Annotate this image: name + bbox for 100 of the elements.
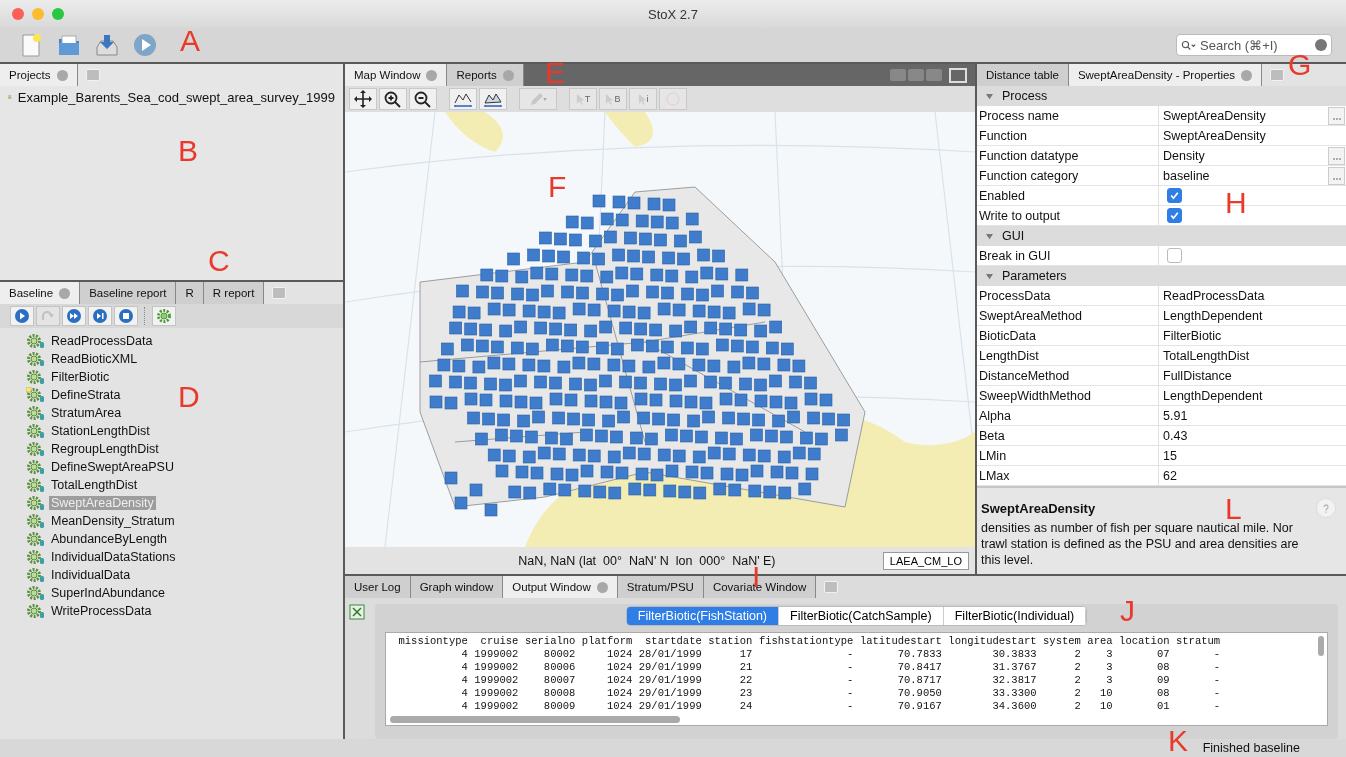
close-window-button[interactable]: [12, 8, 24, 20]
process-item[interactable]: RegroupLengthDist: [49, 442, 161, 456]
table-cell: -: [752, 700, 854, 713]
tab-list-icon[interactable]: [926, 69, 942, 81]
process-item[interactable]: AbundanceByLength: [49, 532, 170, 546]
table-cell-text: 2: [1073, 700, 1081, 713]
expand-arrow-icon[interactable]: [985, 92, 994, 100]
close-icon[interactable]: [1241, 69, 1253, 81]
property-value[interactable]: 62: [1159, 468, 1328, 483]
output-tab[interactable]: Output Window: [503, 576, 618, 598]
property-value[interactable]: LengthDependent: [1159, 308, 1328, 323]
map-tool-button[interactable]: [479, 88, 507, 110]
output-tab[interactable]: Stratum/PSU: [617, 576, 704, 598]
property-value[interactable]: ReadProcessData: [1159, 288, 1328, 303]
table-cell-text: 4: [460, 661, 468, 674]
process-item[interactable]: StationLengthDist: [49, 424, 152, 438]
process-tab[interactable]: R report: [203, 282, 265, 304]
table-cell: -: [752, 687, 854, 700]
table-cell: 28/01/1999: [632, 648, 702, 661]
properties-tab[interactable]: SweptAreaDensity - Properties: [1068, 64, 1263, 86]
process-tab[interactable]: Baseline: [0, 282, 81, 304]
property-value[interactable]: SweptAreaDensity: [1159, 128, 1328, 143]
process-item[interactable]: MeanDensity_Stratum: [49, 514, 177, 528]
close-icon[interactable]: [596, 581, 608, 593]
property-value[interactable]: Density: [1159, 148, 1328, 163]
property-value[interactable]: baseline: [1159, 168, 1328, 183]
fast-forward-icon: [66, 308, 82, 324]
properties-tab[interactable]: Distance table: [977, 64, 1069, 86]
search-field[interactable]: Search (⌘+I): [1176, 34, 1332, 56]
map-tab[interactable]: Reports: [447, 64, 524, 86]
section-header[interactable]: Process: [977, 86, 1346, 106]
pencil-icon: [528, 90, 548, 108]
process-item[interactable]: ReadProcessData: [49, 334, 155, 348]
tool-button[interactable]: [62, 306, 86, 326]
tool-button[interactable]: [114, 306, 138, 326]
checkbox[interactable]: [1167, 248, 1182, 263]
project-name[interactable]: Example_Barents_Sea_cod_swept_area_survey_1999: [17, 89, 335, 105]
process-item[interactable]: IndividualDataStations: [49, 550, 178, 564]
close-icon[interactable]: [56, 69, 68, 81]
output-tab[interactable]: User Log: [345, 576, 411, 598]
scrollbar-thumb[interactable]: [390, 716, 680, 723]
table-cell-text: 32.3817: [991, 674, 1037, 687]
section-header[interactable]: Parameters: [977, 266, 1346, 286]
ellipsis-button[interactable]: [1328, 166, 1345, 185]
projects-tab[interactable]: Projects: [0, 64, 78, 86]
table-cell: 1999002: [467, 700, 519, 713]
process-item[interactable]: DefineStrata: [49, 388, 123, 402]
property-value[interactable]: FilterBiotic: [1159, 328, 1328, 343]
section-header[interactable]: GUI: [977, 226, 1346, 246]
output-tab[interactable]: Graph window: [410, 576, 504, 598]
maximize-icon[interactable]: [949, 68, 967, 83]
process-item[interactable]: ReadBioticXML: [49, 352, 140, 366]
ellipsis-button[interactable]: [1328, 106, 1345, 125]
folder-icon[interactable]: [56, 32, 82, 58]
process-item[interactable]: IndividualData: [49, 568, 133, 582]
process-item[interactable]: SuperIndAbundance: [49, 586, 167, 600]
process-item[interactable]: FilterBiotic: [49, 370, 112, 384]
map-tool-button[interactable]: [349, 88, 377, 110]
expand-arrow-icon[interactable]: [985, 272, 994, 280]
property-value[interactable]: 15: [1159, 448, 1328, 463]
scroll-tabs-right-icon[interactable]: [908, 69, 924, 81]
zoom-window-button[interactable]: [52, 8, 64, 20]
close-icon[interactable]: [59, 287, 71, 299]
cursor-icon: [575, 92, 585, 106]
tool-button[interactable]: [10, 306, 34, 326]
spreadsheet-export-icon[interactable]: [349, 604, 365, 620]
map-canvas[interactable]: [345, 112, 975, 547]
tool-button[interactable]: [88, 306, 112, 326]
help-icon[interactable]: [1316, 498, 1336, 518]
property-value[interactable]: 0.43: [1159, 428, 1328, 443]
process-item[interactable]: DefineSweptAreaPSU: [49, 460, 176, 474]
expand-arrow-icon[interactable]: [985, 232, 994, 240]
property-value[interactable]: 5.91: [1159, 408, 1328, 423]
scroll-tabs-left-icon[interactable]: [890, 69, 906, 81]
map-tab[interactable]: Map Window: [345, 64, 448, 86]
process-tab[interactable]: R: [176, 282, 204, 304]
map-tool-button[interactable]: [379, 88, 407, 110]
map-tool-button[interactable]: [409, 88, 437, 110]
process-item[interactable]: WriteProcessData: [49, 604, 154, 618]
process-item[interactable]: StratumArea: [49, 406, 124, 420]
tray-download-icon[interactable]: [94, 32, 120, 58]
property-value[interactable]: FullDistance: [1159, 368, 1328, 383]
column-header: station: [701, 635, 753, 648]
checkbox[interactable]: [1167, 208, 1182, 223]
process-tab[interactable]: Baseline report: [80, 282, 177, 304]
close-icon[interactable]: [426, 69, 438, 81]
scrollbar-thumb[interactable]: [1318, 636, 1324, 656]
ellipsis-button[interactable]: [1328, 146, 1345, 165]
tool-button[interactable]: [152, 306, 176, 326]
segment-button[interactable]: FilterBiotic(FishStation): [626, 607, 779, 625]
projection-button[interactable]: LAEA_CM_LO: [882, 551, 969, 570]
play-icon[interactable]: [132, 32, 158, 58]
table-cell-text: 70.8417: [896, 661, 942, 674]
checkbox[interactable]: [1167, 188, 1182, 203]
close-icon[interactable]: [502, 69, 514, 81]
property-value[interactable]: LengthDependent: [1159, 388, 1328, 403]
process-item[interactable]: TotalLengthDist: [49, 478, 140, 492]
property-value[interactable]: TotalLengthDist: [1159, 348, 1328, 363]
minimize-window-button[interactable]: [32, 8, 44, 20]
property-value[interactable]: SweptAreaDensity: [1159, 108, 1328, 123]
